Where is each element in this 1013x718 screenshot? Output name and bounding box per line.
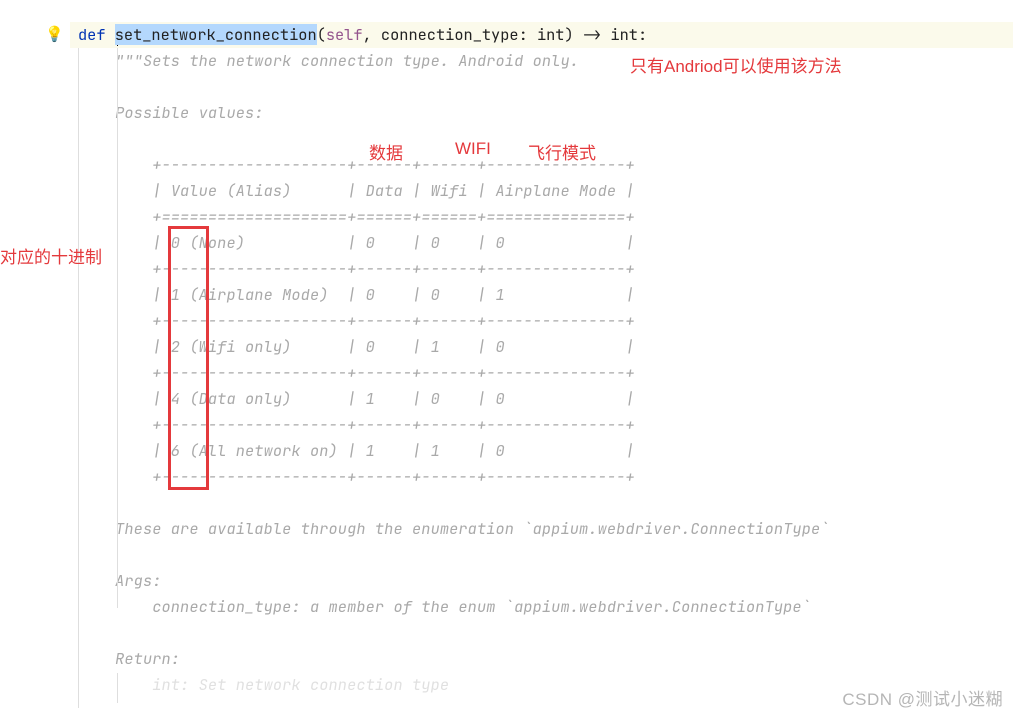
docstring-line: int: Set network connection type <box>78 672 830 698</box>
annotation-android-only: 只有Andriod可以使用该方法 <box>630 52 842 77</box>
arrow: -> <box>574 24 611 45</box>
indent-guide <box>78 48 79 708</box>
docstring-blank <box>78 542 830 568</box>
param-type: int <box>537 24 565 45</box>
docstring-blank <box>78 620 830 646</box>
colon: : <box>519 24 537 45</box>
watermark-text: CSDN @测试小迷糊 <box>842 685 1003 710</box>
indent-guide <box>117 673 118 703</box>
annotation-col-wifi: WIFI <box>455 139 491 159</box>
indent-guide <box>117 48 118 608</box>
docstring-blank <box>78 126 830 152</box>
annotation-col-airplane: 飞行模式 <box>528 139 596 164</box>
end-colon: : <box>638 24 647 45</box>
docstring-line: These are available through the enumerat… <box>78 516 830 542</box>
docstring-blank <box>78 74 830 100</box>
docstring-line: Possible values: <box>78 100 830 126</box>
editor-gutter <box>0 0 70 718</box>
annotation-decimal: 对应的十进制 <box>0 243 102 268</box>
function-signature[interactable]: def set_network_connection(self, connect… <box>78 22 647 48</box>
docstring-line: Return: <box>78 646 830 672</box>
table-sep: +--------------------+------+------+----… <box>78 152 830 178</box>
keyword-def: def <box>78 24 115 45</box>
docstring-blank <box>78 490 830 516</box>
param-name: connection_type <box>381 24 519 45</box>
param-self: self <box>326 24 363 45</box>
return-type: int <box>610 24 638 45</box>
open-paren: ( <box>317 24 326 45</box>
close-paren: ) <box>565 24 574 45</box>
table-header: | Value (Alias) | Data | Wifi | Airplane… <box>78 178 830 204</box>
code-editor: 💡 def set_network_connection(self, conne… <box>0 0 1013 718</box>
annotation-col-data: 数据 <box>369 139 403 164</box>
docstring-line: Args: <box>78 568 830 594</box>
annotation-box-value-column <box>168 226 209 490</box>
comma: , <box>363 24 381 45</box>
function-name: set_network_connection <box>115 24 317 45</box>
docstring-line: connection_type: a member of the enum `a… <box>78 594 830 620</box>
lightbulb-icon[interactable]: 💡 <box>45 27 64 42</box>
